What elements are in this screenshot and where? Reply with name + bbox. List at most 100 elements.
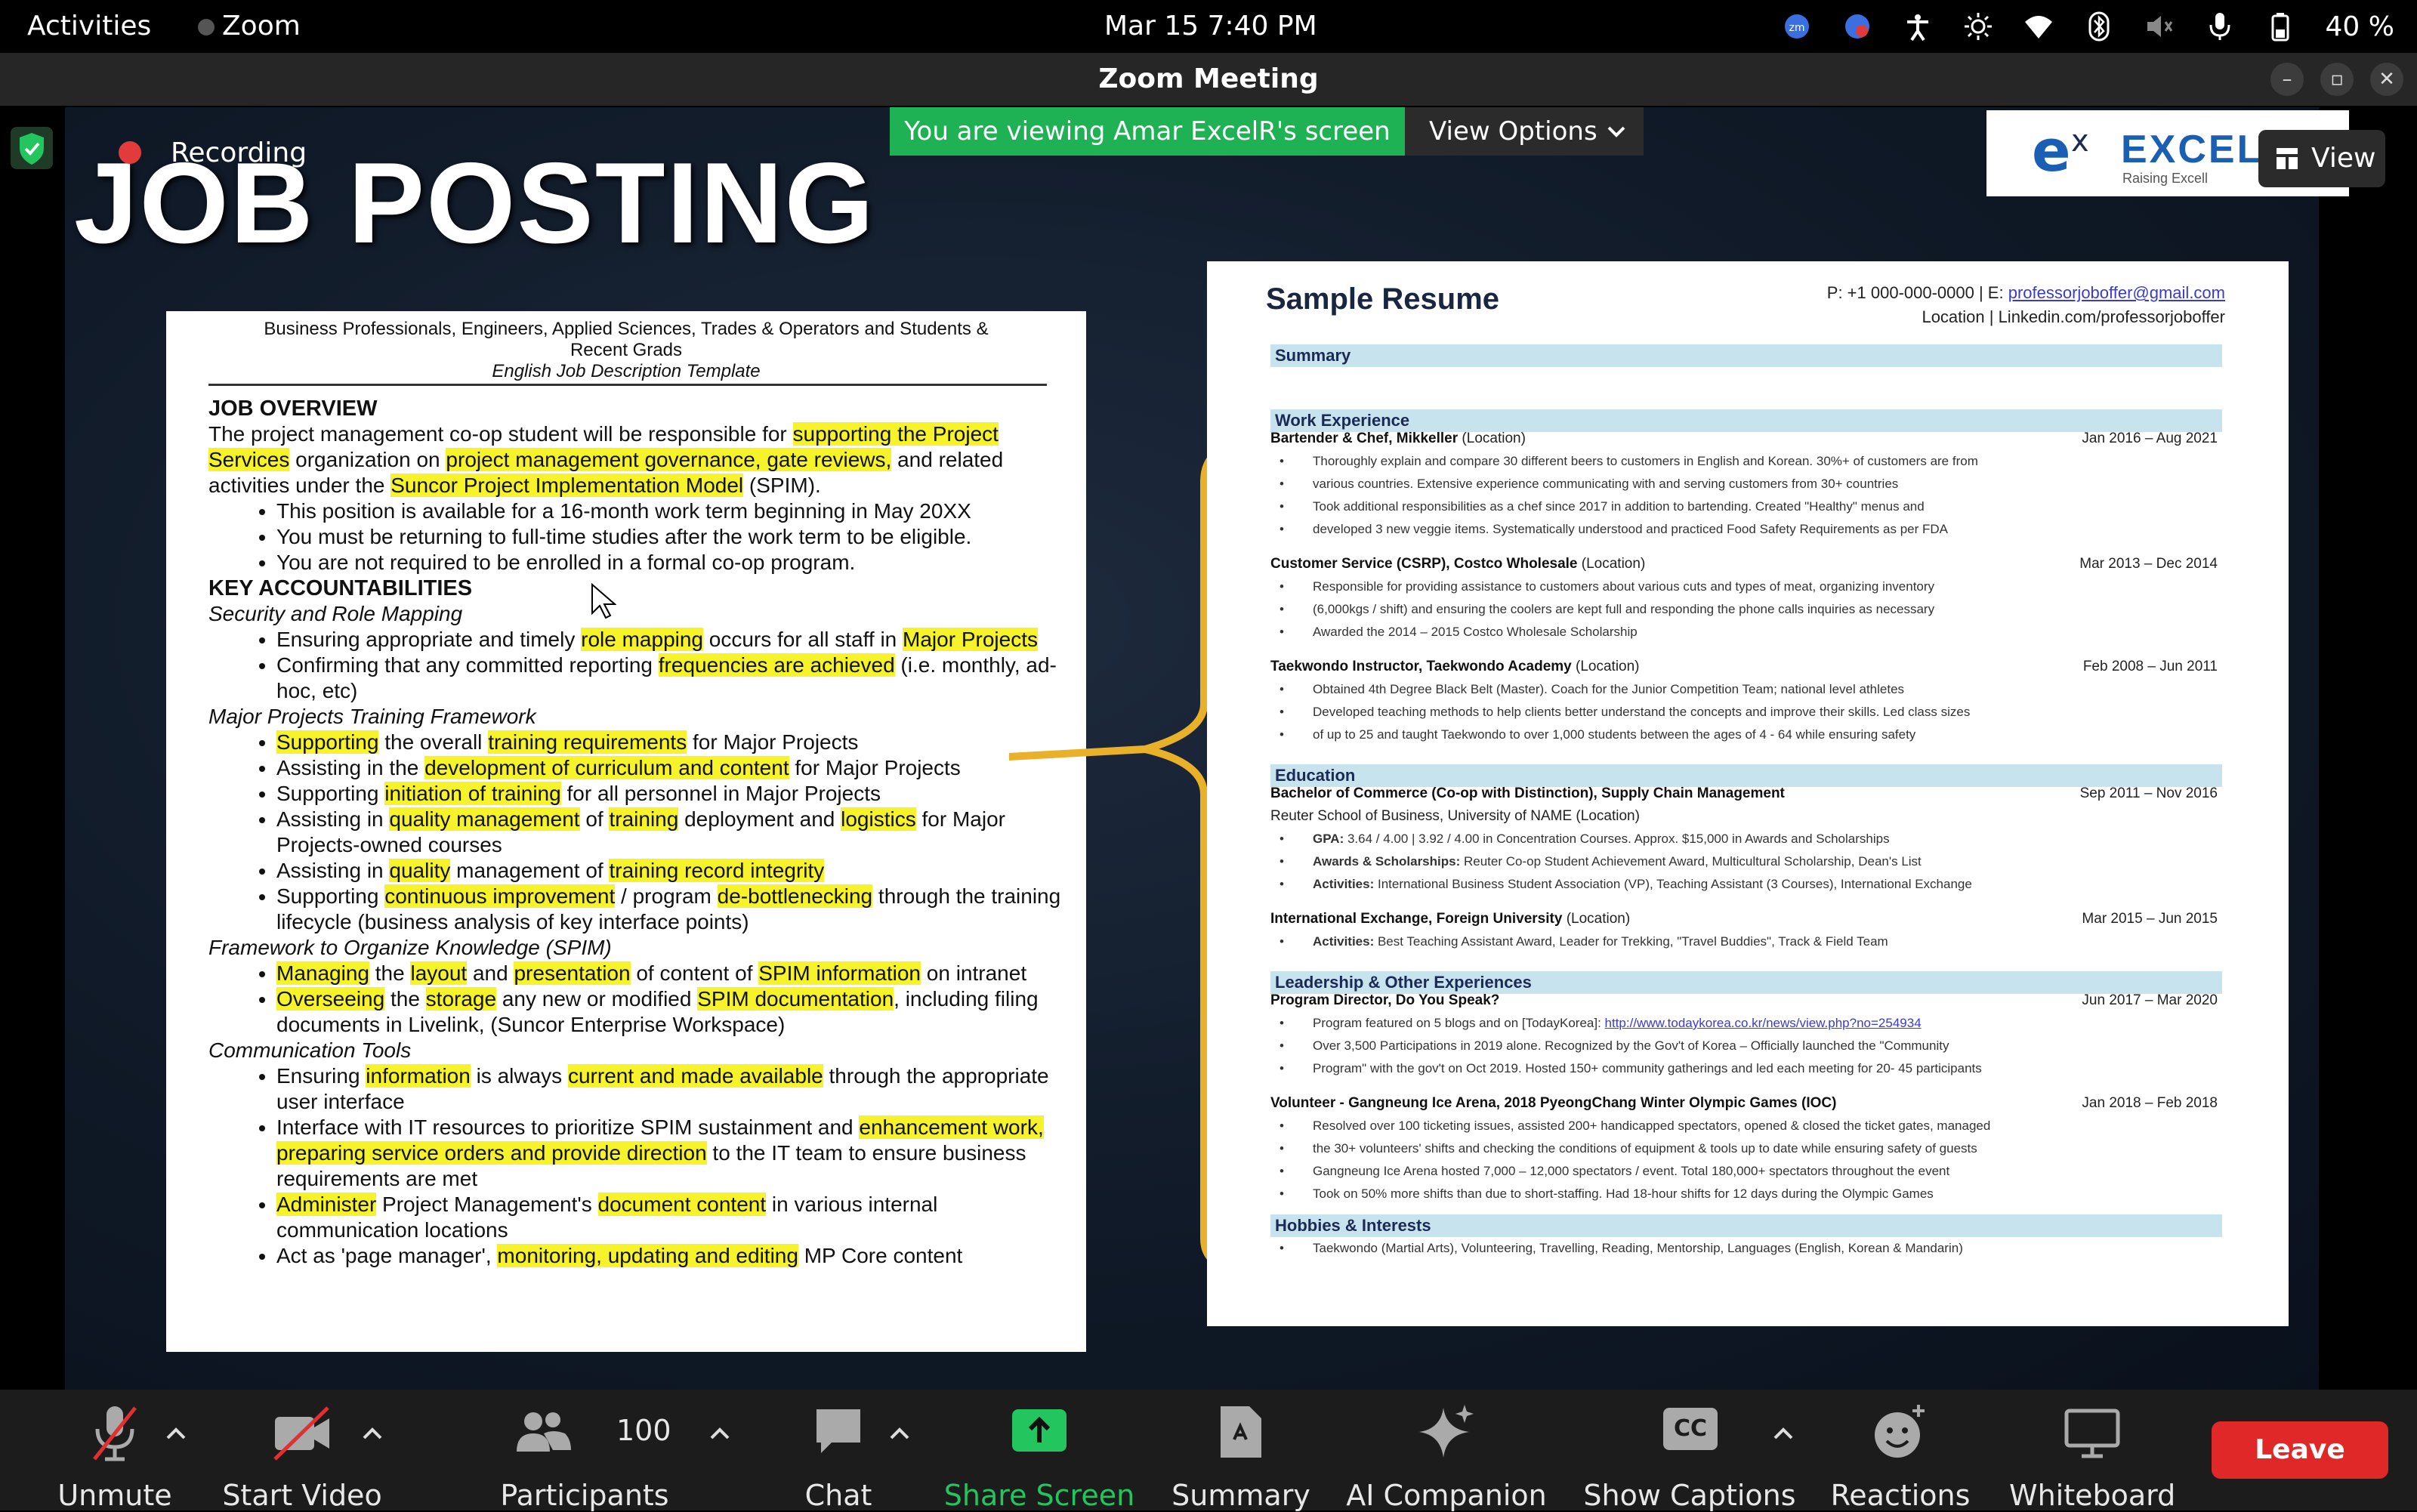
section-summary: Summary	[1270, 344, 2222, 367]
view-layout-button[interactable]: View	[2258, 130, 2385, 187]
zoom-app-icon	[198, 19, 215, 35]
resume-bullet: Developed teaching methods to help clien…	[1270, 701, 2222, 724]
system-top-bar: Activities Zoom Mar 15 7:40 PM zm 40 %	[0, 0, 2417, 53]
clock[interactable]: Mar 15 7:40 PM	[1104, 11, 1317, 42]
list-item: This position is available for a 16-mont…	[276, 498, 1062, 524]
chat-label: Chat	[804, 1479, 872, 1512]
bluetooth-icon[interactable]	[2084, 11, 2114, 42]
role-title: Program Director, Do You Speak?	[1270, 992, 1500, 1008]
section-heading: KEY ACCOUNTABILITIES	[208, 576, 473, 600]
resume-bullet-cont: of up to 25 and taught Taekwondo to over…	[1270, 724, 2222, 746]
list-item: Interface with IT resources to prioritiz…	[276, 1115, 1062, 1192]
list-item: Managing the layout and presentation of …	[276, 961, 1062, 986]
chat-options-caret-icon[interactable]	[888, 1423, 911, 1446]
participants-options-caret-icon[interactable]	[708, 1423, 731, 1446]
bullet-list: Managing the layout and presentation of …	[208, 961, 1062, 1038]
list-item: Ensuring information is always current a…	[276, 1063, 1062, 1115]
microphone-icon[interactable]	[2205, 11, 2235, 42]
video-options-caret-icon[interactable]	[361, 1423, 384, 1446]
subheading: Security and Role Mapping	[208, 602, 463, 625]
ai-companion-label: AI Companion	[1346, 1479, 1547, 1512]
doc-header-line: Recent Grads	[570, 340, 683, 360]
resume-title: Sample Resume	[1266, 282, 1500, 316]
resume-bullet: Awarded the 2014 – 2015 Costco Wholesale…	[1270, 621, 2222, 643]
resume-bullet: GPA: 3.64 / 4.00 | 3.92 / 4.00 in Concen…	[1270, 828, 2222, 850]
bullet-list: Supporting the overall training requirem…	[208, 730, 1062, 935]
doc-header-line: Business Professionals, Engineers, Appli…	[264, 319, 989, 339]
resume-bullet: Resolved over 100 ticketing issues, assi…	[1270, 1115, 2222, 1137]
list-item: Supporting the overall training requirem…	[276, 730, 1062, 755]
meeting-toolbar: Unmute Start Video 100 Participants Chat…	[0, 1390, 2417, 1512]
app-menu[interactable]: Zoom	[198, 11, 301, 42]
education-entry: International Exchange, Foreign Universi…	[1270, 908, 2222, 930]
section-heading: JOB OVERVIEW	[208, 397, 378, 421]
video-off-icon	[273, 1406, 329, 1461]
resume-contact: P: +1 000-000-0000 | E: professorjoboffe…	[1827, 281, 2225, 329]
chevron-down-icon	[1607, 126, 1625, 137]
app-name: Zoom	[222, 11, 301, 42]
resume-bullet: Gangneung Ice Arena hosted 7,000 – 12,00…	[1270, 1160, 2222, 1183]
restore-button[interactable]: ▫	[2320, 63, 2354, 96]
resume-bullet-cont: Program" with the gov't on Oct 2019. Hos…	[1270, 1057, 2222, 1080]
list-item: Confirming that any committed reporting …	[276, 653, 1062, 704]
participants-icon	[517, 1412, 571, 1452]
list-item: Supporting initiation of training for al…	[276, 781, 1062, 807]
contact-email-link[interactable]: professorjoboffer@gmail.com	[2008, 283, 2225, 302]
participant-count: 100	[616, 1414, 671, 1447]
header-divider	[208, 384, 1047, 386]
list-item: Overseeing the storage any new or modifi…	[276, 986, 1062, 1038]
share-screen-label: Share Screen	[943, 1479, 1135, 1512]
subheading: Framework to Organize Knowledge (SPIM)	[208, 936, 612, 959]
school-name: Reuter School of Business, University of…	[1270, 808, 1640, 824]
battery-icon[interactable]	[2265, 11, 2295, 42]
shared-slide[interactable]: JOB POSTING Business Professionals, Engi…	[65, 107, 2319, 1391]
svg-text:zm: zm	[1789, 22, 1804, 34]
job-title: Bartender & Chef, Mikkeller	[1270, 430, 1459, 446]
subheading: Communication Tools	[208, 1038, 412, 1062]
brightness-icon[interactable]	[1963, 11, 1993, 42]
resume-bullet: Took additional responsibilities as a ch…	[1270, 495, 2222, 518]
edu-dates: Sep 2011 – Nov 2016	[2079, 785, 2218, 801]
ai-sparkle-icon	[1419, 1405, 1474, 1458]
logo-wordmark: EXCEL	[2121, 128, 2264, 171]
section-hobbies: Hobbies & Interests	[1270, 1214, 2222, 1237]
view-options-label: View Options	[1429, 116, 1597, 147]
volume-muted-icon[interactable]	[2144, 11, 2175, 42]
minimize-button[interactable]: –	[2270, 63, 2304, 96]
resume-bullet: Awards & Scholarships: Reuter Co-op Stud…	[1270, 850, 2222, 873]
wifi-icon[interactable]	[2023, 11, 2054, 42]
accessibility-icon[interactable]	[1903, 11, 1933, 42]
job-entry: Customer Service (CSRP), Costco Wholesal…	[1270, 553, 2222, 575]
participants-label: Participants	[500, 1479, 669, 1512]
reactions-emoji-icon	[1875, 1405, 1925, 1458]
resume-bullet-cont: developed 3 new veggie items. Systematic…	[1270, 518, 2222, 541]
list-item: You are not required to be enrolled in a…	[276, 550, 1062, 575]
resume-bullet: Thoroughly explain and compare 30 differ…	[1270, 450, 2222, 473]
edu-dates: Mar 2015 – Jun 2015	[2082, 911, 2218, 927]
audio-options-caret-icon[interactable]	[165, 1423, 187, 1446]
view-options-dropdown[interactable]: View Options	[1405, 107, 1644, 156]
grid-view-icon	[2277, 148, 2298, 169]
resume-bullet: Responsible for providing assistance to …	[1270, 575, 2222, 598]
contact-phone: P: +1 000-000-0000 | E:	[1826, 283, 2004, 302]
mouse-cursor-icon	[591, 583, 616, 619]
activities-button[interactable]: Activities	[27, 11, 151, 42]
close-button[interactable]: ✕	[2370, 63, 2403, 96]
doc-header: Business Professionals, Engineers, Appli…	[181, 319, 1071, 382]
viewing-screen-banner: You are viewing Amar ExcelR's screen	[890, 107, 1405, 156]
recording-label: Recording	[171, 137, 307, 168]
leave-button[interactable]: Leave	[2212, 1421, 2388, 1479]
list-item: Supporting continuous improvement / prog…	[276, 884, 1062, 935]
encryption-shield-icon[interactable]	[11, 127, 53, 169]
bullet-list: Ensuring information is always current a…	[208, 1063, 1062, 1269]
resume-bullet: Activities: International Business Stude…	[1270, 873, 2222, 896]
excelr-logo-mark: ex	[2032, 118, 2089, 184]
closed-captions-icon: CC	[1663, 1408, 1718, 1450]
resume-bullet: Over 3,500 Participations in 2019 alone.…	[1270, 1035, 2222, 1057]
zoom-tray-icon[interactable]: zm	[1782, 11, 1812, 42]
screen-share-tray-icon[interactable]	[1842, 11, 1872, 42]
reactions-label: Reactions	[1830, 1479, 1971, 1512]
captions-options-caret-icon[interactable]	[1772, 1423, 1795, 1446]
list-item: Assisting in the development of curricul…	[276, 755, 1062, 781]
bullet-list: Ensuring appropriate and timely role map…	[208, 627, 1062, 704]
